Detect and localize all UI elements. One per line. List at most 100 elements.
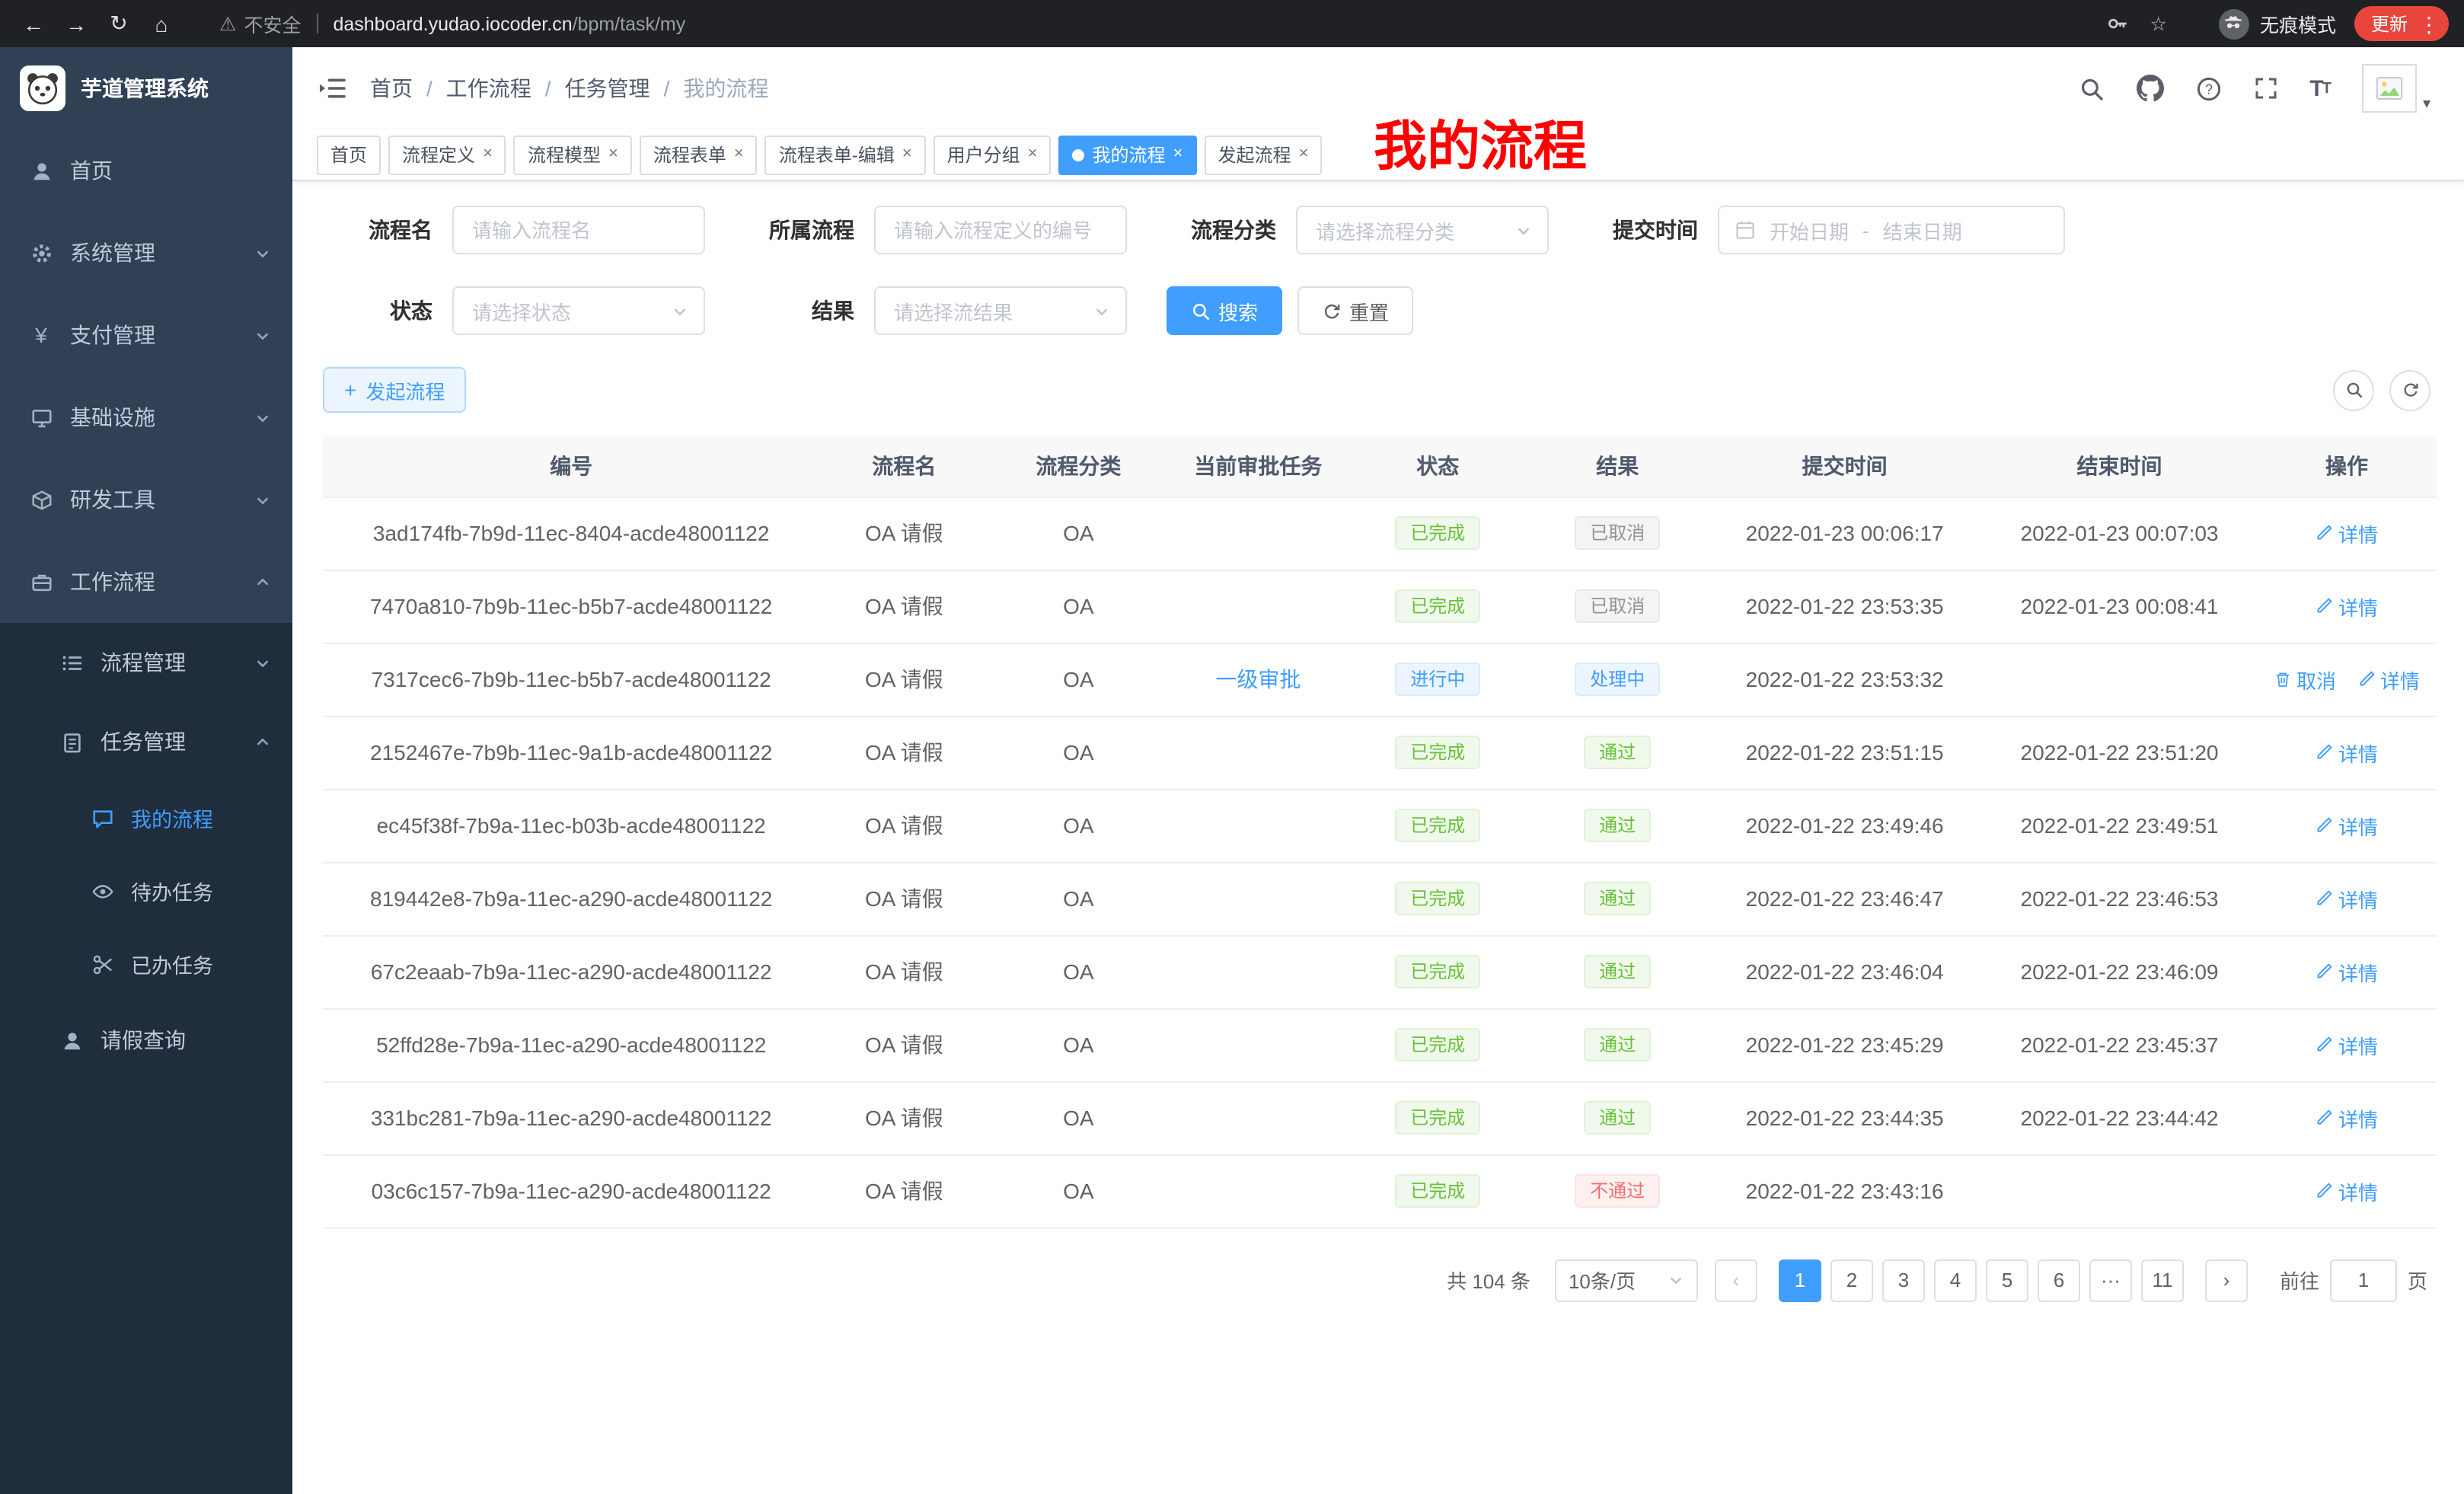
row-action-detail[interactable]: 详情 (2316, 738, 2378, 767)
result-badge: 不通过 (1575, 1174, 1660, 1208)
close-icon[interactable]: × (1173, 146, 1183, 163)
sidebar-item-system[interactable]: 系统管理 (0, 212, 292, 294)
pagination-page-11[interactable]: 11 (2141, 1259, 2184, 1301)
process-name-input[interactable] (452, 206, 705, 254)
close-icon[interactable]: × (1298, 146, 1308, 163)
search-button[interactable]: 搜索 (1167, 286, 1282, 335)
sidebar-item-task-management[interactable]: 任务管理 (0, 702, 292, 781)
browser-forward-button[interactable]: → (58, 5, 94, 42)
close-icon[interactable]: × (483, 146, 493, 163)
sidebar-item-leave-query[interactable]: 请假查询 (0, 1001, 292, 1080)
browser-menu-icon[interactable]: ⋮ (2418, 13, 2440, 34)
row-action-detail[interactable]: 详情 (2316, 592, 2378, 621)
sidebar-collapse-icon[interactable] (318, 76, 346, 101)
pagination-page-2[interactable]: 2 (1830, 1259, 1873, 1301)
tab-my-process[interactable]: 我的流程 × (1059, 135, 1197, 174)
cell-status: 已完成 (1348, 716, 1527, 789)
tab-home[interactable]: 首页 (317, 135, 381, 174)
browser-home-button[interactable]: ⌂ (143, 5, 180, 42)
close-icon[interactable]: × (734, 146, 744, 163)
pagination-page-6[interactable]: 6 (2038, 1259, 2080, 1301)
tab-process-form-edit[interactable]: 流程表单-编辑 × (765, 135, 926, 174)
tab-process-form[interactable]: 流程表单 × (640, 135, 758, 174)
help-icon[interactable]: ? (2195, 75, 2221, 101)
sidebar-item-my-process[interactable]: 我的流程 (0, 781, 292, 854)
toggle-search-button[interactable] (2333, 369, 2374, 410)
pagination-prev-button[interactable]: ‹ (1715, 1259, 1757, 1301)
row-action-detail[interactable]: 详情 (2316, 811, 2378, 840)
briefcase-icon (29, 570, 53, 593)
row-action-detail[interactable]: 详情 (2316, 1176, 2378, 1205)
search-icon (2344, 381, 2363, 399)
pagination-ellipsis[interactable]: ··· (2089, 1259, 2132, 1301)
tab-start-process[interactable]: 发起流程 × (1204, 135, 1322, 174)
security-chip[interactable]: ⚠ 不安全 (219, 9, 301, 38)
close-icon[interactable]: × (902, 146, 912, 163)
font-size-icon[interactable]: TT (2309, 75, 2330, 101)
cell-category: OA (988, 496, 1168, 570)
sidebar-item-process-management[interactable]: 流程管理 (0, 623, 292, 702)
start-process-button[interactable]: + 发起流程 (323, 367, 466, 413)
breadcrumb-item[interactable]: 首页 (370, 73, 413, 104)
sidebar-item-workflow[interactable]: 工作流程 (0, 541, 292, 623)
browser-update-button[interactable]: 更新 ⋮ (2354, 6, 2449, 41)
user-avatar-menu[interactable]: ▾ (2362, 64, 2430, 113)
pagination-next-button[interactable]: › (2205, 1259, 2248, 1301)
submit-time-range-picker[interactable]: 开始日期 - 结束日期 (1718, 206, 2065, 254)
row-action-detail[interactable]: 详情 (2316, 884, 2378, 913)
current-task-link[interactable]: 一级审批 (1215, 667, 1301, 691)
bookmark-star-icon[interactable]: ☆ (2150, 12, 2167, 35)
close-icon[interactable]: × (608, 146, 618, 163)
page-size-select[interactable]: 10条/页 (1555, 1259, 1698, 1301)
sidebar-item-done-tasks[interactable]: 已办任务 (0, 927, 292, 1001)
row-action-cancel[interactable]: 取消 (2274, 665, 2336, 694)
row-action-detail[interactable]: 详情 (2357, 665, 2420, 694)
start-process-label: 发起流程 (365, 375, 445, 404)
security-label: 不安全 (244, 9, 301, 38)
row-action-detail[interactable]: 详情 (2316, 957, 2378, 986)
cell-current-task (1168, 716, 1348, 789)
sidebar-item-label: 已办任务 (131, 949, 213, 979)
pagination-page-1[interactable]: 1 (1779, 1259, 1821, 1301)
sidebar-item-home[interactable]: 首页 (0, 129, 292, 212)
github-icon[interactable] (2136, 75, 2163, 102)
sidebar-item-todo-tasks[interactable]: 待办任务 (0, 854, 292, 927)
fullscreen-icon[interactable] (2253, 76, 2277, 101)
cell-process-name: OA 请假 (819, 935, 988, 1008)
app-logo[interactable]: 芋道管理系统 (0, 47, 292, 129)
passwords-key-icon[interactable] (2106, 12, 2129, 35)
page-annotation-title: 我的流程 (1374, 104, 1587, 181)
address-bar[interactable]: ⚠ 不安全 dashboard.yudao.iocoder.cn /bpm/ta… (201, 5, 2185, 42)
refresh-icon (1322, 301, 1342, 321)
tab-user-group[interactable]: 用户分组 × (934, 135, 1052, 174)
sidebar-item-devtools[interactable]: 研发工具 (0, 458, 292, 541)
cell-status: 已完成 (1348, 935, 1527, 1008)
sidebar-item-infrastructure[interactable]: 基础设施 (0, 376, 292, 458)
row-action-detail[interactable]: 详情 (2316, 519, 2378, 547)
cell-submit-time: 2022-01-22 23:53:32 (1707, 643, 1982, 716)
breadcrumb-item[interactable]: 工作流程 (446, 73, 531, 104)
browser-reload-button[interactable]: ↻ (101, 5, 137, 42)
cell-status: 已完成 (1348, 789, 1527, 862)
status-select[interactable]: 请选择状态 (452, 286, 705, 335)
category-select[interactable]: 请选择流程分类 (1296, 206, 1549, 254)
close-icon[interactable]: × (1028, 146, 1038, 163)
row-action-detail[interactable]: 详情 (2316, 1103, 2378, 1132)
browser-back-button[interactable]: ← (15, 5, 52, 42)
sidebar-item-payment[interactable]: ¥ 支付管理 (0, 294, 292, 376)
result-badge: 已取消 (1575, 589, 1660, 623)
pagination-page-3[interactable]: 3 (1882, 1259, 1925, 1301)
pagination-page-5[interactable]: 5 (1986, 1259, 2028, 1301)
tab-process-definition[interactable]: 流程定义 × (388, 135, 506, 174)
process-definition-input[interactable] (874, 206, 1127, 254)
refresh-table-button[interactable] (2389, 369, 2430, 410)
tab-process-model[interactable]: 流程模型 × (514, 135, 632, 174)
row-action-detail[interactable]: 详情 (2316, 1030, 2378, 1059)
url-host: dashboard.yudao.iocoder.cn (333, 13, 572, 34)
goto-page-input[interactable] (2330, 1259, 2397, 1301)
pagination-page-4[interactable]: 4 (1934, 1259, 1977, 1301)
breadcrumb-item[interactable]: 任务管理 (565, 73, 650, 104)
reset-button[interactable]: 重置 (1297, 286, 1413, 335)
result-select[interactable]: 请选择流结果 (874, 286, 1127, 335)
search-icon[interactable] (2078, 75, 2104, 101)
